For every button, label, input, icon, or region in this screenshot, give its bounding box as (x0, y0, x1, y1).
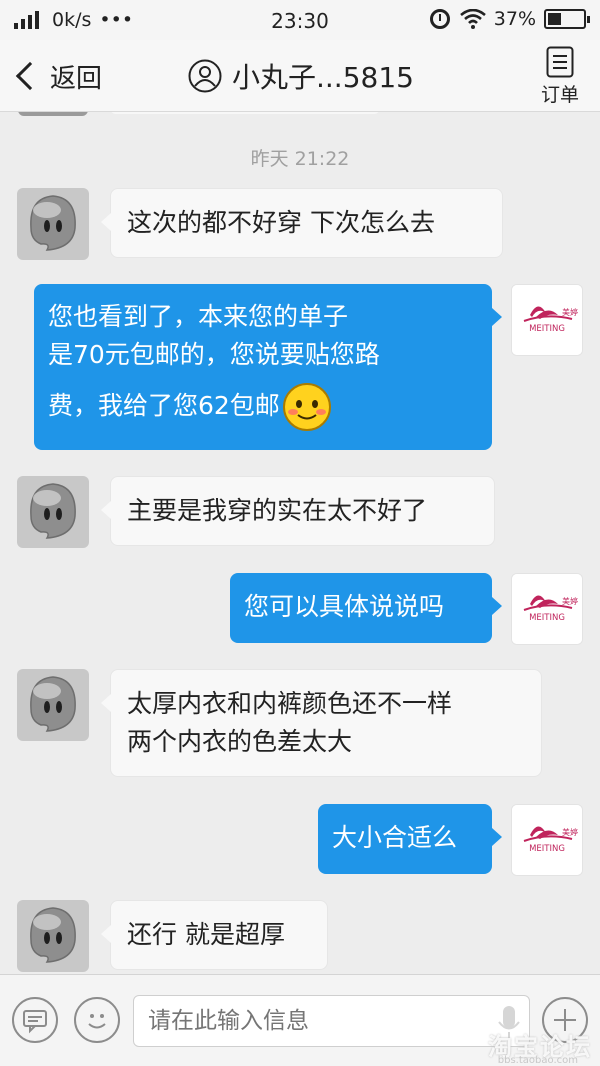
timestamp: 昨天 21:22 (250, 148, 350, 170)
message-text: 这次的都不好穿 下次怎么去 (127, 208, 435, 237)
user-icon (188, 59, 222, 93)
peer-avatar[interactable] (17, 476, 89, 548)
battery-percent: 37% (493, 8, 536, 30)
message-line: 您也看到了，本来您的单子 (48, 302, 349, 331)
chat-bubble-icon (23, 1010, 47, 1034)
contact-name: 小丸子...5815 (232, 61, 414, 94)
message-text: 主要是我穿的实在太不好了 (127, 496, 428, 525)
peer-avatar-icon (17, 669, 89, 741)
message-bubble-incoming[interactable]: 主要是我穿的实在太不好了 (101, 476, 495, 546)
wifi-icon (459, 9, 486, 29)
nav-bar: 返回 小丸子...5815 订单 (0, 40, 600, 112)
previous-avatar (18, 112, 88, 116)
message-text: 还行 就是超厚 (127, 920, 285, 949)
chat-area[interactable]: 昨天 21:22 这次的都不好穿 下次怎么去 美婷 MEITING 您也看到了，… (0, 112, 600, 974)
logo-cn: 美婷 (562, 307, 578, 317)
meiting-logo-icon: 美婷 MEITING (512, 805, 582, 875)
peer-avatar[interactable] (17, 669, 89, 741)
logo-text: MEITING (529, 324, 565, 334)
order-list-icon (546, 46, 574, 78)
self-avatar[interactable]: 美婷 MEITING (511, 284, 583, 356)
message-line: 是70元包邮的，您说要贴您路 (48, 340, 380, 369)
message-bubble-outgoing[interactable]: 大小合适么 (318, 804, 502, 874)
chevron-left-icon (15, 61, 45, 91)
smiley-emoji-icon (282, 383, 331, 431)
logo-text: MEITING (529, 844, 565, 854)
emoji-button[interactable] (74, 997, 120, 1043)
logo-cn: 美婷 (562, 596, 578, 606)
battery-fill (548, 13, 561, 25)
order-label: 订单 (540, 84, 579, 106)
chat-title: 小丸子...5815 (188, 54, 414, 98)
peer-avatar[interactable] (17, 188, 89, 260)
message-text: 您可以具体说说吗 (244, 592, 445, 621)
peer-avatar[interactable] (17, 900, 89, 972)
peer-avatar-icon (17, 900, 89, 972)
watermark-url: bbs.taobao.com (497, 1055, 578, 1066)
message-line: 两个内衣的色差太大 (127, 727, 353, 756)
status-right: 37% (429, 8, 590, 30)
message-bubble-incoming[interactable]: 还行 就是超厚 (101, 900, 328, 970)
alarm-icon (429, 9, 450, 29)
peer-avatar-icon (17, 188, 89, 260)
message-line: 费，我给了您62包邮 (48, 391, 280, 420)
message-bubble-incoming[interactable]: 太厚内衣和内裤颜色还不一样 两个内衣的色差太大 (101, 669, 542, 777)
message-input[interactable] (133, 995, 530, 1047)
message-text: 大小合适么 (332, 823, 458, 852)
meiting-logo-icon: 美婷 MEITING (512, 285, 582, 355)
logo-cn: 美婷 (562, 827, 578, 837)
order-button[interactable]: 订单 (538, 46, 582, 108)
input-bar: 淘宝论坛 bbs.taobao.com (0, 974, 600, 1066)
previous-bubble (110, 112, 380, 114)
smiley-icon (88, 1014, 106, 1029)
logo-text: MEITING (529, 613, 565, 623)
back-label: 返回 (50, 63, 103, 94)
self-avatar[interactable]: 美婷 MEITING (511, 804, 583, 876)
message-bubble-outgoing[interactable]: 您可以具体说说吗 (230, 573, 502, 643)
status-bar: 0k/s ••• 23:30 37% (0, 0, 600, 40)
peer-avatar-icon (17, 476, 89, 548)
message-line: 太厚内衣和内裤颜色还不一样 (127, 689, 453, 718)
message-bubble-outgoing[interactable]: 您也看到了，本来您的单子 是70元包邮的，您说要贴您路 费，我给了您62包邮 (34, 284, 502, 450)
meiting-logo-icon: 美婷 MEITING (512, 574, 582, 644)
self-avatar[interactable]: 美婷 MEITING (511, 573, 583, 645)
back-button[interactable]: 返回 (10, 54, 102, 98)
message-bubble-incoming[interactable]: 这次的都不好穿 下次怎么去 (101, 188, 503, 258)
battery-icon (544, 9, 590, 29)
quick-reply-button[interactable] (12, 997, 58, 1043)
